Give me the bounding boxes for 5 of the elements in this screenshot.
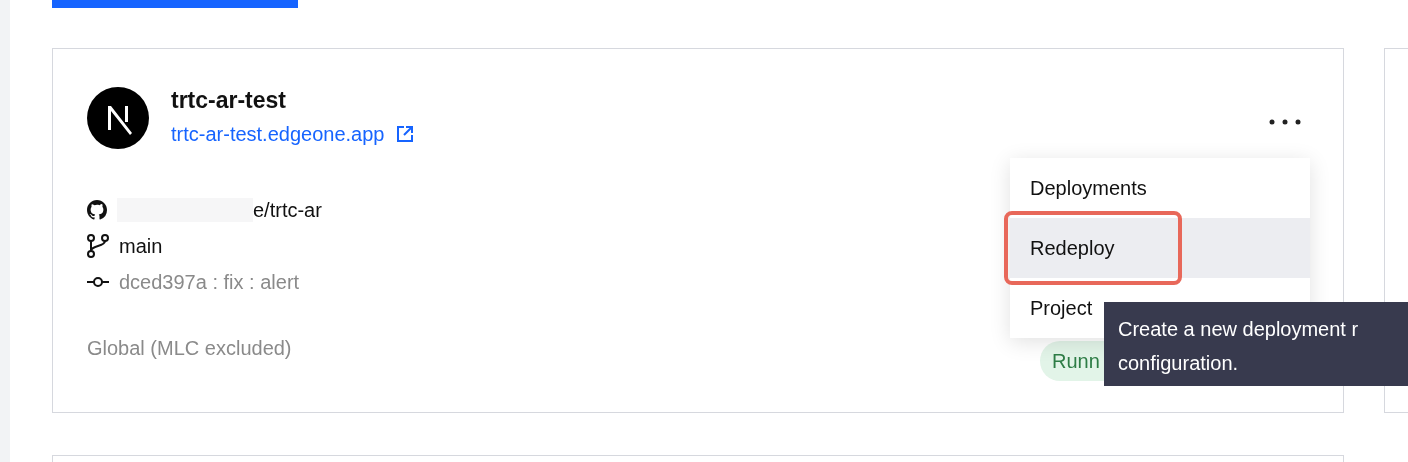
commit-message: dced397a : fix : alert: [119, 270, 300, 295]
repo-name: e/trtc-ar: [253, 198, 322, 223]
tooltip-text: Create a new deployment r: [1118, 317, 1360, 342]
branch-name: main: [119, 234, 163, 259]
project-title: trtc-ar-test: [171, 86, 288, 115]
